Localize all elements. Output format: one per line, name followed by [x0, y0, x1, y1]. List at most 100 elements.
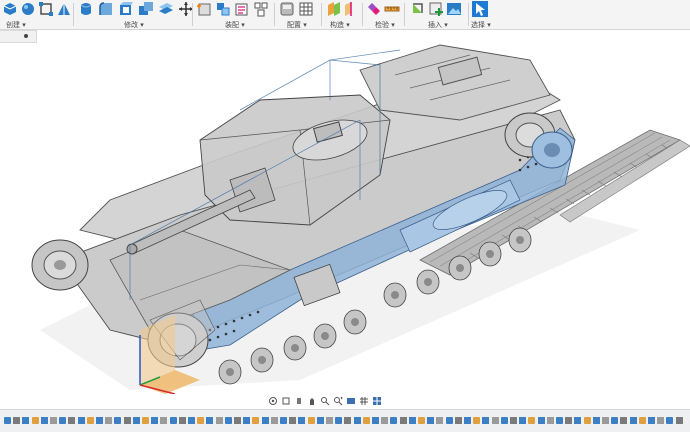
- assemble-group[interactable]: 装配 ▾: [196, 0, 272, 29]
- timeline-feature-icon[interactable]: [537, 417, 545, 424]
- timeline-feature-icon[interactable]: [178, 417, 186, 424]
- timeline-feature-icon[interactable]: [473, 417, 481, 424]
- zoom-icon[interactable]: [320, 396, 330, 406]
- timeline-feature-icon[interactable]: [546, 417, 554, 424]
- timeline-feature-icon[interactable]: [68, 417, 76, 424]
- timeline-feature-icon[interactable]: [142, 417, 149, 424]
- configure-group[interactable]: 配置 ▾: [279, 0, 319, 29]
- tank-model[interactable]: [0, 42, 690, 395]
- pin-icon[interactable]: [24, 34, 28, 38]
- shell-icon[interactable]: [118, 1, 134, 17]
- timeline-feature-icon[interactable]: [40, 417, 48, 424]
- timeline-feature-icon[interactable]: [22, 417, 30, 424]
- timeline[interactable]: [0, 409, 690, 432]
- create-group[interactable]: 创建 ▾: [2, 0, 72, 29]
- inspect-group[interactable]: 检验 ▾: [366, 0, 402, 29]
- timeline-feature-icon[interactable]: [316, 417, 324, 424]
- measure-icon[interactable]: [384, 1, 400, 17]
- timeline-feature-icon[interactable]: [96, 417, 103, 424]
- timeline-feature-icon[interactable]: [528, 417, 536, 424]
- inspect-label[interactable]: 检验 ▾: [375, 20, 395, 30]
- timeline-feature-icon[interactable]: [611, 417, 619, 424]
- timeline-feature-icon[interactable]: [188, 417, 195, 424]
- hand-pan-icon[interactable]: [307, 396, 317, 406]
- timeline-feature-icon[interactable]: [151, 417, 159, 424]
- timeline-feature-icon[interactable]: [519, 417, 527, 424]
- configure-icon[interactable]: [279, 1, 295, 17]
- timeline-feature-icon[interactable]: [482, 417, 490, 424]
- timeline-feature-icon[interactable]: [675, 417, 683, 424]
- orbit-icon[interactable]: [268, 396, 278, 406]
- timeline-feature-icon[interactable]: [114, 417, 122, 424]
- timeline-feature-icon[interactable]: [372, 417, 379, 424]
- insert-mesh-icon[interactable]: [428, 1, 444, 17]
- create-box-icon[interactable]: [2, 1, 18, 17]
- timeline-feature-icon[interactable]: [215, 417, 223, 424]
- select-arrow-icon[interactable]: [472, 1, 488, 17]
- timeline-feature-icon[interactable]: [390, 417, 398, 424]
- split-icon[interactable]: [158, 1, 174, 17]
- timeline-feature-icon[interactable]: [344, 417, 352, 424]
- select-group[interactable]: 选择 ▾: [470, 0, 492, 29]
- as-built-joint-icon[interactable]: [234, 1, 250, 17]
- timeline-feature-icon[interactable]: [629, 417, 637, 424]
- timeline-feature-icon[interactable]: [648, 417, 655, 424]
- timeline-feature-icon[interactable]: [206, 417, 214, 424]
- joint-icon[interactable]: [215, 1, 231, 17]
- timeline-feature-icon[interactable]: [427, 417, 435, 424]
- timeline-feature-icon[interactable]: [491, 417, 499, 424]
- insert-derive-icon[interactable]: [410, 1, 426, 17]
- timeline-feature-icon[interactable]: [224, 417, 232, 424]
- timeline-feature-icon[interactable]: [602, 417, 609, 424]
- timeline-feature-icon[interactable]: [261, 417, 269, 424]
- timeline-feature-icon[interactable]: [454, 417, 462, 424]
- 3d-viewport[interactable]: [0, 42, 690, 395]
- grid-icon[interactable]: [359, 396, 369, 406]
- display-settings-icon[interactable]: [346, 396, 356, 406]
- timeline-feature-icon[interactable]: [666, 417, 674, 424]
- timeline-feature-icon[interactable]: [123, 417, 131, 424]
- timeline-feature-icon[interactable]: [234, 417, 241, 424]
- pan-icon[interactable]: [281, 396, 291, 406]
- timeline-feature-icon[interactable]: [353, 417, 361, 424]
- insert-label[interactable]: 插入 ▾: [428, 20, 448, 30]
- timeline-feature-icon[interactable]: [620, 417, 628, 424]
- timeline-feature-icon[interactable]: [565, 417, 573, 424]
- timeline-feature-icon[interactable]: [298, 417, 306, 424]
- timeline-feature-icon[interactable]: [399, 417, 407, 424]
- timeline-feature-icon[interactable]: [105, 417, 113, 424]
- fillet-icon[interactable]: [98, 1, 114, 17]
- timeline-feature-icon[interactable]: [408, 417, 416, 424]
- timeline-feature-icon[interactable]: [362, 417, 370, 424]
- timeline-feature-icon[interactable]: [59, 417, 67, 424]
- timeline-feature-icon[interactable]: [510, 417, 517, 424]
- look-at-icon[interactable]: [294, 396, 304, 406]
- timeline-feature-icon[interactable]: [436, 417, 444, 424]
- axis-icon[interactable]: [343, 1, 359, 17]
- timeline-feature-icon[interactable]: [197, 417, 205, 424]
- rigid-group-icon[interactable]: [253, 1, 269, 17]
- timeline-feature-icon[interactable]: [657, 417, 665, 424]
- new-component-icon[interactable]: [196, 1, 212, 17]
- modify-label[interactable]: 修改 ▾: [124, 20, 144, 30]
- timeline-feature-icon[interactable]: [289, 417, 297, 424]
- timeline-feature-icon[interactable]: [4, 417, 11, 424]
- timeline-feature-icon[interactable]: [169, 417, 177, 424]
- zoom-window-icon[interactable]: [333, 396, 343, 406]
- modify-group[interactable]: 修改 ▾: [78, 0, 193, 30]
- timeline-feature-icon[interactable]: [252, 417, 260, 424]
- create-label[interactable]: 创建 ▾: [6, 20, 26, 30]
- timeline-feature-icon[interactable]: [13, 417, 21, 424]
- offset-plane-icon[interactable]: [326, 1, 342, 17]
- viewports-icon[interactable]: [372, 396, 382, 406]
- timeline-feature-icon[interactable]: [31, 417, 39, 424]
- construct-label[interactable]: 构造 ▾: [330, 20, 350, 30]
- timeline-feature-icon[interactable]: [307, 417, 315, 424]
- timeline-feature-icon[interactable]: [243, 417, 251, 424]
- timeline-feature-icon[interactable]: [500, 417, 508, 424]
- timeline-feature-icon[interactable]: [270, 417, 278, 424]
- configure-label[interactable]: 配置 ▾: [287, 20, 307, 30]
- press-pull-icon[interactable]: [78, 1, 94, 17]
- timeline-feature-icon[interactable]: [445, 417, 453, 424]
- table-icon[interactable]: [298, 1, 314, 17]
